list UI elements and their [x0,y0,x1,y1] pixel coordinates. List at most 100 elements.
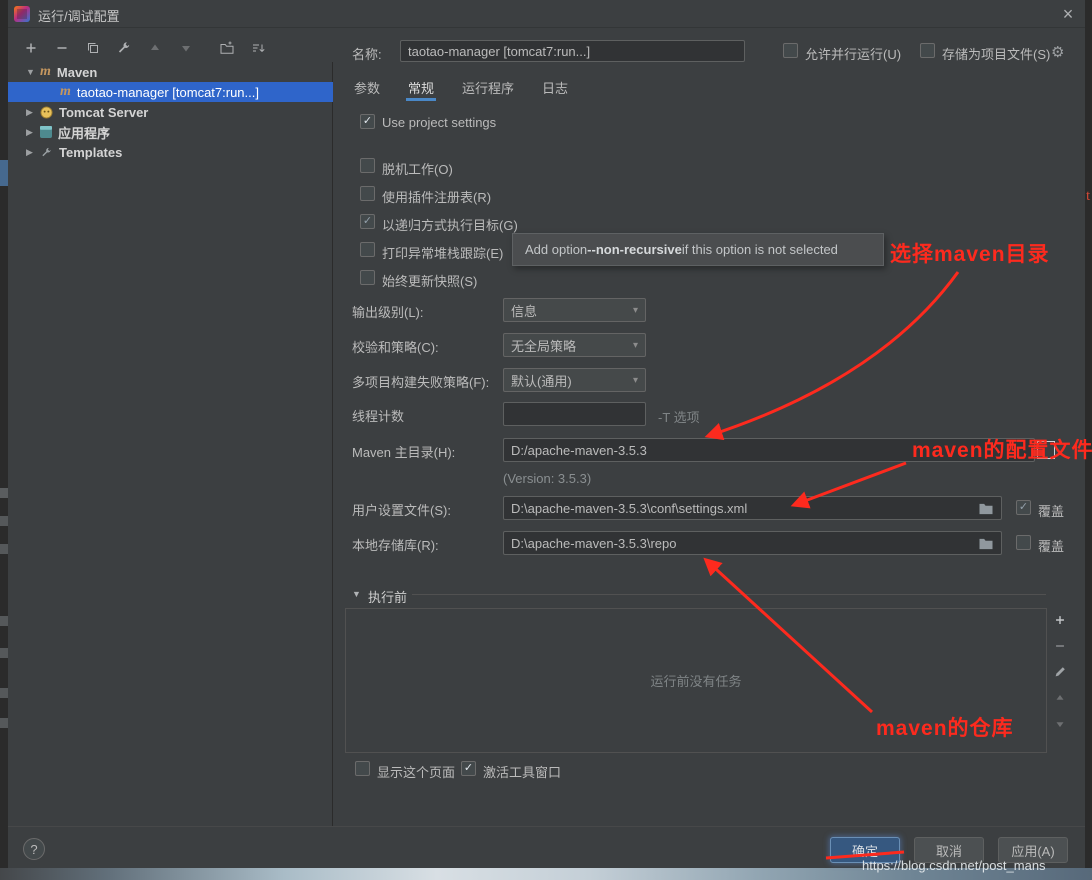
move-task-up-button[interactable] [1051,690,1069,706]
chevron-down-icon[interactable]: ▼ [26,67,38,77]
dialog-title: 运行/调试配置 [38,6,120,25]
checkbox-box [1016,535,1031,550]
remove-task-button[interactable] [1051,638,1069,654]
name-input[interactable]: taotao-manager [tomcat7:run...] [400,40,745,62]
store-as-project-file-checkbox[interactable]: 存储为项目文件(S) [920,43,1050,63]
tab-logs[interactable]: 日志 [540,74,570,101]
tree-item-label: 应用程序 [58,123,110,142]
move-down-button[interactable] [175,38,197,58]
background-ide-sliver-left [0,0,8,868]
show-this-page-checkbox[interactable]: 显示这个页面 [355,761,455,781]
thread-count-input[interactable] [503,402,646,426]
execute-goals-recursively-checkbox[interactable]: ✓ 以递归方式执行目标(G) [360,214,518,234]
minus-icon [54,40,70,56]
intellij-logo-icon [14,6,30,22]
combo-value: 信息 [511,301,537,320]
before-launch-empty-text: 运行前没有任务 [650,671,741,690]
create-folder-button[interactable] [216,38,238,58]
checkbox-label: 始终更新快照(S) [382,271,477,290]
tree-item-templates[interactable]: ▶ Templates [8,142,333,162]
checksum-policy-select[interactable]: 无全局策略 ▾ [503,333,646,357]
checkbox-box [360,270,375,285]
local-repository-label: 本地存储库(R): [352,535,439,554]
maven-home-input[interactable]: D:/apache-maven-3.5.3 [503,438,1035,462]
add-configuration-button[interactable] [20,38,42,58]
add-task-button[interactable] [1051,612,1069,628]
tree-item-tomcat-server[interactable]: ▶ Tomcat Server [8,102,333,122]
print-exception-stacktraces-checkbox[interactable]: 打印异常堆栈跟踪(E) [360,242,503,262]
background-mark [0,544,8,554]
gear-icon[interactable]: ⚙ [1051,43,1064,61]
name-label: 名称: [352,44,382,63]
checkbox-label: Use project settings [382,115,496,130]
help-button[interactable]: ? [23,838,45,860]
tooltip-text: Add option [525,242,587,257]
always-update-snapshots-checkbox[interactable]: 始终更新快照(S) [360,270,477,290]
allow-parallel-checkbox[interactable]: 允许并行运行(U) [783,43,901,63]
remove-configuration-button[interactable] [51,38,73,58]
tab-general[interactable]: 常规 [406,74,436,101]
multiproject-fail-policy-label: 多项目构建失败策略(F): [352,372,489,391]
plus-icon [23,40,39,56]
copy-configuration-button[interactable] [82,38,104,58]
checkbox-box [783,43,798,58]
chevron-right-icon[interactable]: ▶ [26,127,38,138]
checkbox-box [920,43,935,58]
multiproject-fail-policy-select[interactable]: 默认(通用) ▾ [503,368,646,392]
close-icon[interactable]: × [1056,3,1080,25]
cancel-button[interactable]: 取消 [914,837,984,863]
chevron-down-icon: ▾ [633,305,638,316]
work-offline-checkbox[interactable]: 脱机工作(O) [360,158,453,178]
browse-folder-icon[interactable] [978,502,994,515]
tab-parameters[interactable]: 参数 [352,74,382,101]
output-level-select[interactable]: 信息 ▾ [503,298,646,322]
checkbox-label: 激活工具窗口 [483,762,561,781]
background-mark [0,616,8,626]
settings-tabbar: 参数 常规 运行程序 日志 [352,74,570,101]
screenshot-root: t 运行/调试配置 × ▼ m Maven [0,0,1092,880]
user-settings-override-checkbox[interactable]: ✓ 覆盖 [1016,500,1064,520]
move-up-button[interactable] [144,38,166,58]
sort-configurations-button[interactable] [247,38,269,58]
output-level-label: 输出级别(L): [352,302,424,321]
move-task-down-button[interactable] [1051,716,1069,732]
tooltip-text: if this option is not selected [682,242,838,257]
tree-item-application[interactable]: ▶ 应用程序 [8,122,333,142]
checkbox-box [360,158,375,173]
use-plugin-registry-checkbox[interactable]: 使用插件注册表(R) [360,186,491,206]
apply-button[interactable]: 应用(A) [998,837,1068,863]
checkbox-box [360,242,375,257]
browse-folder-icon[interactable] [978,537,994,550]
checkbox-box [355,761,370,776]
local-repository-input[interactable]: D:\apache-maven-3.5.3\repo [503,531,1002,555]
before-launch-list[interactable]: 运行前没有任务 [345,608,1047,753]
background-sliver-right: t [1085,0,1092,868]
checkbox-label: 覆盖 [1038,536,1064,555]
maven-home-override-checkbox[interactable] [1037,441,1055,459]
tree-item-maven-group[interactable]: ▼ m Maven [8,62,333,82]
wrench-icon [116,40,132,56]
configurations-toolbar [20,36,269,60]
background-mark [0,648,8,658]
thread-count-hint: -T 选项 [658,407,700,426]
user-settings-file-input[interactable]: D:\apache-maven-3.5.3\conf\settings.xml [503,496,1002,520]
ok-button[interactable]: 确定 [830,837,900,863]
wrench-icon [40,146,53,159]
tab-runner[interactable]: 运行程序 [460,74,516,101]
chevron-right-icon[interactable]: ▶ [26,147,38,158]
checkbox-label: 脱机工作(O) [382,159,453,178]
checksum-policy-label: 校验和策略(C): [352,337,439,356]
tooltip-bold-text: --non-recursive [587,242,682,257]
checkbox-label: 覆盖 [1038,501,1064,520]
local-repository-override-checkbox[interactable]: 覆盖 [1016,535,1064,555]
use-project-settings-checkbox[interactable]: ✓ Use project settings [360,114,496,130]
combo-value: 无全局策略 [511,336,576,355]
edit-defaults-button[interactable] [113,38,135,58]
activate-tool-window-checkbox[interactable]: ✓ 激活工具窗口 [461,761,561,781]
tree-item-taotao-manager[interactable]: m taotao-manager [tomcat7:run...] [8,82,333,102]
before-launch-title[interactable]: 执行前 [368,587,407,606]
chevron-right-icon[interactable]: ▶ [26,107,38,118]
collapse-arrow-icon[interactable]: ▼ [352,589,361,599]
checkbox-label: 允许并行运行(U) [805,44,901,63]
edit-task-button[interactable] [1051,664,1069,680]
